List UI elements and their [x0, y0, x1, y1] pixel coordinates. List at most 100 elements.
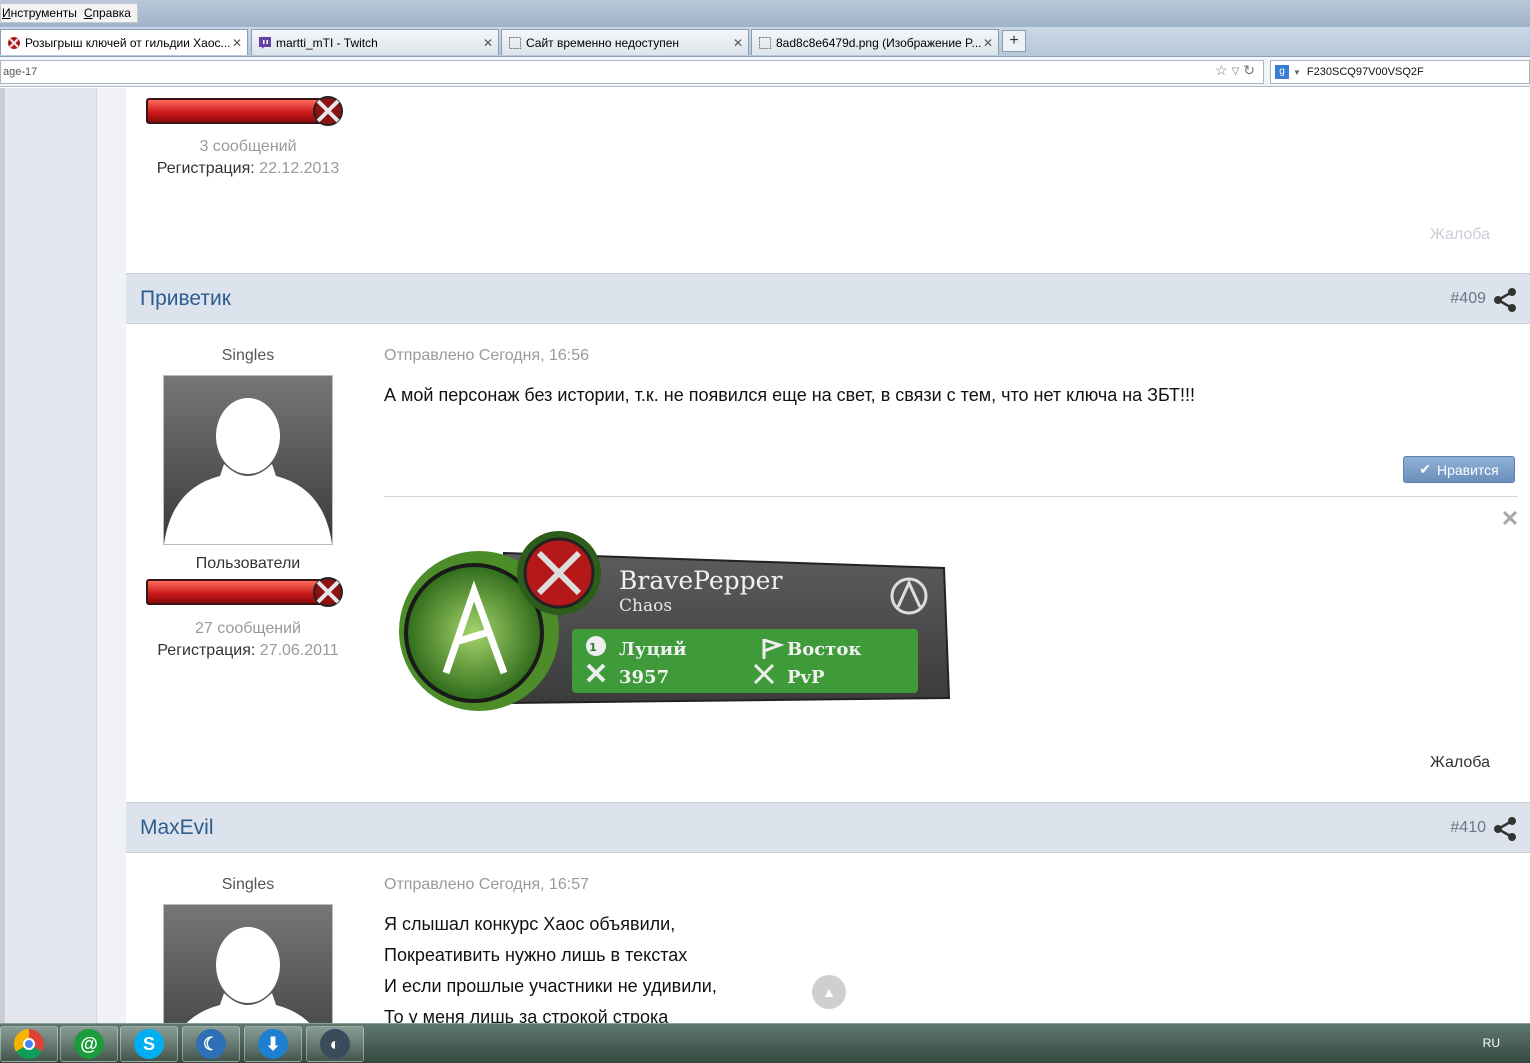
twitch-icon — [258, 36, 272, 50]
avatar[interactable] — [163, 375, 333, 545]
tab-title: Сайт временно недоступен — [526, 35, 680, 50]
post-date: Отправлено Сегодня, 16:56 — [384, 347, 590, 364]
reputation-fill — [146, 98, 324, 124]
post-header: MaxEvil #410 — [126, 802, 1530, 853]
close-icon[interactable]: ✕ — [1500, 508, 1520, 530]
character-faction: Восток — [787, 639, 861, 660]
address-bar[interactable]: age-17 ☆ ▽ ↻ — [0, 60, 1264, 84]
chevron-down-icon[interactable]: ▼ — [1293, 68, 1301, 77]
like-label: Нравится — [1436, 461, 1499, 478]
menu-tools[interactable]: Инструменты — [1, 6, 83, 20]
crossed-swords-icon — [313, 96, 343, 126]
signature-divider — [384, 496, 1518, 497]
language-indicator[interactable]: RU — [1483, 1036, 1500, 1050]
character-race: Луций — [619, 639, 686, 660]
post-author[interactable]: Приветик — [140, 287, 231, 311]
like-button[interactable]: ✔ Нравится — [1403, 456, 1515, 483]
chrome-icon — [14, 1029, 44, 1059]
menu-items: Инструменты Справка — [0, 3, 138, 23]
menu-bar: Инструменты Справка — [0, 0, 1530, 27]
reputation-bar — [146, 575, 350, 611]
message-count: 27 сообщений — [195, 620, 301, 637]
registration: Регистрация: 27.06.2011 — [126, 642, 370, 660]
character-name: BravePepper — [619, 566, 782, 595]
taskbar-chrome[interactable] — [0, 1026, 58, 1062]
poem-line: И если прошлые участники не удивили, — [384, 976, 717, 996]
post-author[interactable]: MaxEvil — [140, 816, 214, 840]
reg-date: 27.06.2011 — [259, 642, 339, 659]
share-icon[interactable] — [1492, 287, 1518, 313]
poem-line: То у меня лишь за строкой строка — [384, 1007, 669, 1023]
tab-guild-giveaway[interactable]: Розыгрыш ключей от гильдии Хаос... ✕ — [0, 29, 248, 55]
tab-title: 8ad8c8e6479d.png (Изображение P... — [776, 35, 981, 50]
check-icon: ✔ — [1419, 461, 1431, 477]
reputation-fill — [146, 579, 324, 605]
reload-icon[interactable]: ↻ — [1243, 62, 1255, 82]
tab-site-unavailable[interactable]: Сайт временно недоступен ✕ — [501, 29, 749, 55]
character-mode: PvP — [787, 667, 825, 688]
navigation-bar: age-17 ☆ ▽ ↻ g ▼ F230SCQ97V00VSQ2F — [0, 57, 1530, 87]
download-icon: ⬇ — [258, 1029, 288, 1059]
google-icon[interactable]: g — [1275, 65, 1289, 79]
message-count: 3 сообщений — [199, 138, 297, 155]
bookmark-star-icon[interactable]: ☆ — [1215, 62, 1228, 82]
left-strip — [0, 88, 5, 1023]
crossed-swords-icon — [313, 577, 343, 607]
arrow-up-icon: ▲ — [822, 984, 836, 1000]
post-date: Отправлено Сегодня, 16:57 — [384, 876, 590, 893]
close-icon[interactable]: ✕ — [981, 36, 995, 50]
archeage-icon — [7, 36, 21, 50]
tab-title: martti_mTI - Twitch — [276, 35, 378, 50]
archeage-banner-graphic: BravePepper Chaos 1 Луций Восток 3957 Pv… — [399, 531, 951, 711]
taskbar-app[interactable]: ☾ — [182, 1026, 240, 1062]
post-number[interactable]: #409 — [1450, 290, 1486, 308]
page-viewport: 3 сообщений Регистрация: 22.12.2013 Жало… — [0, 88, 1530, 1023]
reg-date: 22.12.2013 — [259, 160, 340, 177]
page-icon — [508, 36, 522, 50]
reg-label: Регистрация: — [156, 160, 255, 177]
new-tab-button[interactable]: + — [1002, 30, 1026, 52]
share-icon[interactable] — [1492, 816, 1518, 842]
search-value: F230SCQ97V00VSQ2F — [1306, 66, 1424, 78]
mail-agent-icon: @ — [74, 1029, 104, 1059]
post-header: Приветик #409 — [126, 273, 1530, 324]
app-icon: ☾ — [196, 1029, 226, 1059]
tab-image[interactable]: 8ad8c8e6479d.png (Изображение P... ✕ — [751, 29, 999, 55]
menu-help[interactable]: Справка — [83, 6, 137, 20]
close-icon[interactable]: ✕ — [230, 36, 244, 50]
scroll-to-top-button[interactable]: ▲ — [812, 975, 846, 1009]
report-link[interactable]: Жалоба — [1430, 754, 1490, 772]
url-text: age-17 — [3, 66, 38, 78]
close-icon[interactable]: ✕ — [731, 36, 745, 50]
page-icon — [758, 36, 772, 50]
left-gutter — [96, 88, 126, 1023]
skype-icon: S — [134, 1029, 164, 1059]
left-sidebar-bg — [0, 88, 126, 1023]
character-guild: Chaos — [619, 596, 672, 616]
registration: Регистрация: 22.12.2013 — [126, 160, 370, 178]
post-number[interactable]: #410 — [1450, 819, 1486, 837]
dropdown-arrow-icon[interactable]: ▽ — [1232, 62, 1240, 82]
user-group: Singles — [221, 347, 275, 364]
post-body: Я слышал конкурс Хаос объявили, Покреати… — [384, 909, 717, 1023]
report-link[interactable]: Жалоба — [1430, 226, 1490, 244]
taskbar-steam[interactable]: ◐ — [306, 1026, 364, 1062]
taskbar-skype[interactable]: S — [120, 1026, 178, 1062]
forum-content: 3 сообщений Регистрация: 22.12.2013 Жало… — [126, 88, 1530, 1023]
signature-banner: BravePepper Chaos 1 Луций Восток 3957 Pv… — [384, 513, 954, 713]
address-bar-icons: ☆ ▽ ↻ — [1215, 62, 1255, 82]
poem-line: Покреативить нужно лишь в текстах — [384, 945, 688, 965]
search-box[interactable]: g ▼ F230SCQ97V00VSQ2F — [1270, 60, 1530, 84]
tab-strip: Розыгрыш ключей от гильдии Хаос... ✕ mar… — [0, 27, 1530, 57]
tab-twitch[interactable]: martti_mTI - Twitch ✕ — [251, 29, 499, 55]
taskbar-mail-agent[interactable]: @ — [60, 1026, 118, 1062]
close-icon[interactable]: ✕ — [481, 36, 495, 50]
poem-line: Я слышал конкурс Хаос объявили, — [384, 914, 676, 934]
character-level: 1 — [589, 641, 597, 654]
taskbar-download[interactable]: ⬇ — [244, 1026, 302, 1062]
tab-title: Розыгрыш ключей от гильдии Хаос... — [25, 35, 230, 50]
post-body: А мой персонаж без истории, т.к. не появ… — [384, 385, 1196, 405]
user-group: Singles — [221, 876, 275, 893]
user-role: Пользователи — [195, 555, 301, 572]
avatar[interactable] — [163, 904, 333, 1023]
